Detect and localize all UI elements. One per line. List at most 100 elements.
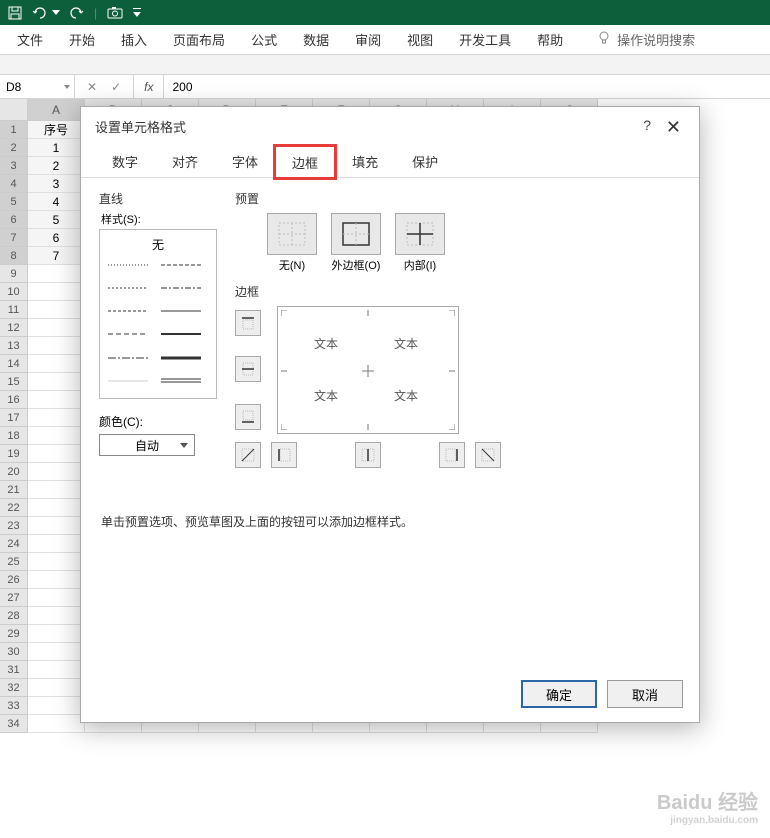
border-diag-up-button[interactable] <box>235 442 261 468</box>
row-header[interactable]: 20 <box>0 463 28 481</box>
line-style-none[interactable]: 无 <box>104 236 212 253</box>
row-header[interactable]: 12 <box>0 319 28 337</box>
cell[interactable] <box>28 373 85 391</box>
cell[interactable] <box>28 607 85 625</box>
qat-dropdown-icon[interactable] <box>52 10 60 16</box>
cell[interactable] <box>28 697 85 715</box>
row-header[interactable]: 15 <box>0 373 28 391</box>
cell[interactable] <box>28 283 85 301</box>
cell[interactable] <box>28 553 85 571</box>
cell[interactable] <box>28 679 85 697</box>
row-header[interactable]: 29 <box>0 625 28 643</box>
cell[interactable]: 5 <box>28 211 85 229</box>
tab-file[interactable]: 文件 <box>15 24 45 55</box>
cancel-icon[interactable]: ✕ <box>87 80 97 94</box>
preset-inside-button[interactable] <box>395 213 445 255</box>
cell[interactable] <box>28 337 85 355</box>
border-diag-down-button[interactable] <box>475 442 501 468</box>
cell[interactable] <box>28 715 85 733</box>
row-header[interactable]: 16 <box>0 391 28 409</box>
cell[interactable]: 1 <box>28 139 85 157</box>
line-style-option[interactable] <box>108 375 155 387</box>
row-header[interactable]: 6 <box>0 211 28 229</box>
row-header[interactable]: 13 <box>0 337 28 355</box>
cell[interactable] <box>28 661 85 679</box>
cell[interactable] <box>28 319 85 337</box>
undo-icon[interactable] <box>32 6 48 20</box>
ok-button[interactable]: 确定 <box>521 680 597 708</box>
row-header[interactable]: 22 <box>0 499 28 517</box>
border-vmiddle-button[interactable] <box>355 442 381 468</box>
cell[interactable] <box>28 499 85 517</box>
row-header[interactable]: 26 <box>0 571 28 589</box>
dlg-tab-protection[interactable]: 保护 <box>395 145 455 177</box>
col-header-a[interactable]: A <box>28 99 85 121</box>
cell[interactable] <box>28 481 85 499</box>
dialog-close-button[interactable]: ✕ <box>660 115 687 140</box>
row-header[interactable]: 32 <box>0 679 28 697</box>
border-right-button[interactable] <box>439 442 465 468</box>
cell[interactable]: 6 <box>28 229 85 247</box>
row-header[interactable]: 23 <box>0 517 28 535</box>
cell[interactable] <box>28 301 85 319</box>
line-style-option[interactable] <box>108 282 155 294</box>
dialog-title-bar[interactable]: 设置单元格格式 ? ✕ <box>81 107 699 145</box>
cell[interactable] <box>28 571 85 589</box>
qat-customize-icon[interactable] <box>133 8 141 18</box>
line-style-option[interactable] <box>108 259 155 271</box>
cell[interactable]: 3 <box>28 175 85 193</box>
row-header[interactable]: 17 <box>0 409 28 427</box>
row-header[interactable]: 34 <box>0 715 28 733</box>
cell[interactable]: 7 <box>28 247 85 265</box>
line-style-option[interactable] <box>161 282 208 294</box>
row-header[interactable]: 5 <box>0 193 28 211</box>
cell[interactable]: 序号 <box>28 121 85 139</box>
line-style-picker[interactable]: 无 <box>99 229 217 399</box>
tab-data[interactable]: 数据 <box>301 24 331 55</box>
fx-icon[interactable]: fx <box>134 75 164 98</box>
dlg-tab-border[interactable]: 边框 <box>275 146 335 178</box>
dlg-tab-font[interactable]: 字体 <box>215 145 275 177</box>
tab-review[interactable]: 审阅 <box>353 24 383 55</box>
tab-insert[interactable]: 插入 <box>119 24 149 55</box>
cell[interactable] <box>28 445 85 463</box>
redo-icon[interactable] <box>70 6 84 20</box>
tab-view[interactable]: 视图 <box>405 24 435 55</box>
dlg-tab-number[interactable]: 数字 <box>95 145 155 177</box>
row-header[interactable]: 18 <box>0 427 28 445</box>
row-header[interactable]: 7 <box>0 229 28 247</box>
row-header[interactable]: 19 <box>0 445 28 463</box>
save-icon[interactable] <box>8 6 22 20</box>
line-style-option[interactable] <box>108 328 155 340</box>
cell[interactable] <box>28 589 85 607</box>
dlg-tab-alignment[interactable]: 对齐 <box>155 145 215 177</box>
name-box[interactable]: D8 <box>0 75 75 98</box>
cell[interactable]: 4 <box>28 193 85 211</box>
line-style-option[interactable] <box>161 328 208 340</box>
row-header[interactable]: 14 <box>0 355 28 373</box>
camera-icon[interactable] <box>107 7 123 19</box>
border-hmiddle-button[interactable] <box>235 356 261 382</box>
cell[interactable] <box>28 643 85 661</box>
row-header[interactable]: 21 <box>0 481 28 499</box>
row-header[interactable]: 25 <box>0 553 28 571</box>
row-header[interactable]: 2 <box>0 139 28 157</box>
row-header[interactable]: 3 <box>0 157 28 175</box>
row-header[interactable]: 11 <box>0 301 28 319</box>
border-bottom-button[interactable] <box>235 404 261 430</box>
line-style-option[interactable] <box>161 259 208 271</box>
cell[interactable] <box>28 535 85 553</box>
tab-pagelayout[interactable]: 页面布局 <box>171 24 227 55</box>
row-header[interactable]: 4 <box>0 175 28 193</box>
line-style-option[interactable] <box>161 305 208 317</box>
border-preview[interactable]: 文本 文本 文本 文本 <box>277 306 459 434</box>
row-header[interactable]: 8 <box>0 247 28 265</box>
preset-outline-button[interactable] <box>331 213 381 255</box>
row-header[interactable]: 9 <box>0 265 28 283</box>
row-header[interactable]: 33 <box>0 697 28 715</box>
row-header[interactable]: 31 <box>0 661 28 679</box>
cell[interactable] <box>28 427 85 445</box>
tab-home[interactable]: 开始 <box>67 24 97 55</box>
row-header[interactable]: 27 <box>0 589 28 607</box>
cell[interactable] <box>28 463 85 481</box>
